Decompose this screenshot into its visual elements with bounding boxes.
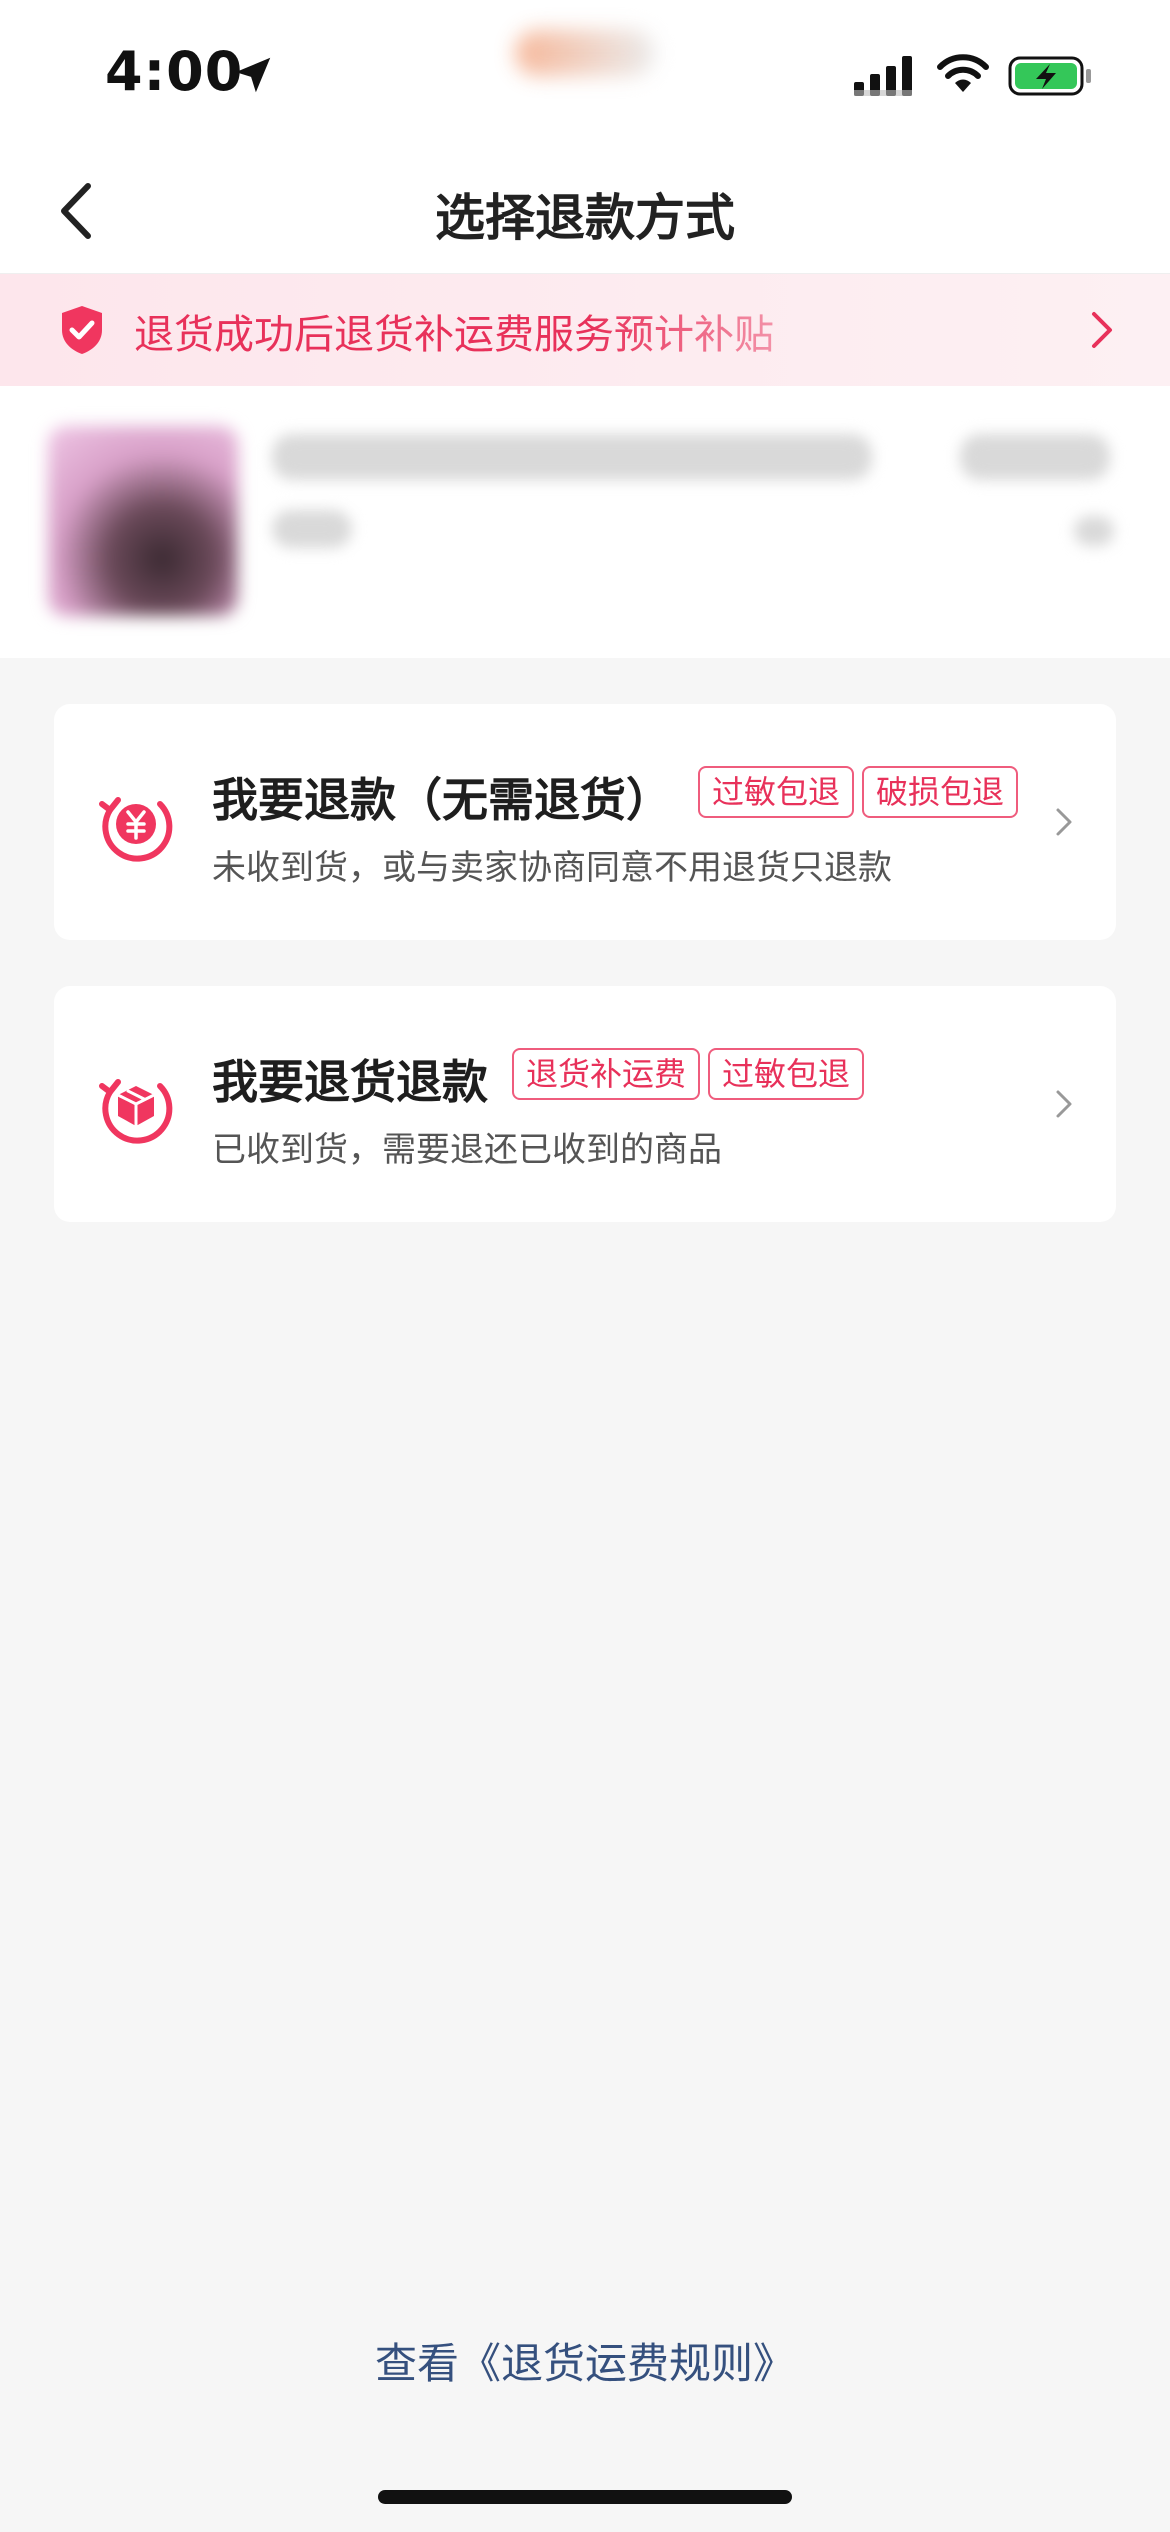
chevron-right-icon [1056,1090,1072,1118]
return-shipping-rules-link[interactable]: 查看《退货运费规则》 [0,2330,1170,2391]
tag-allergy-return: 过敏包退 [698,766,855,818]
chevron-right-icon [1092,312,1112,348]
banner-text: 退货成功后退货补运费服务预计补贴 [134,312,774,358]
option-title: 我要退货退款 [212,1055,488,1109]
option-refund-only[interactable]: 我要退款（无需退货） 过敏包退 破损包退 未收到货，或与卖家协商同意不用退货只退… [54,704,1116,940]
battery-charging-icon [1008,56,1091,96]
shipping-subsidy-banner[interactable]: 退货成功后退货补运费服务预计补贴 [0,274,1170,386]
signal-icon [854,56,912,96]
home-indicator[interactable] [378,2490,792,2504]
status-time: 4:00 [105,40,244,103]
status-bar: 4:00 [0,0,1170,150]
refund-yuan-icon [99,797,173,862]
option-title: 我要退款（无需退货） [212,773,672,827]
tag-damage-return: 破损包退 [862,766,1019,818]
product-thumbnail [48,426,238,616]
product-price-blurred [960,434,1110,480]
refund-method-page: 4:00 选择退款方式 退货成功后退货补运费服务预计补贴 我要退款（无需退货） … [0,0,1170,2532]
option-return-and-refund[interactable]: 我要退货退款 退货补运费 过敏包退 已收到货，需要退还已收到的商品 [54,986,1116,1222]
product-spec-blurred [272,510,352,548]
tag-shipping-subsidy: 退货补运费 [512,1048,701,1100]
product-summary [0,386,1170,658]
option-description: 未收到货，或与卖家协商同意不用退货只退款 [212,848,892,888]
chevron-right-icon [1056,808,1072,836]
return-box-icon [99,1079,173,1144]
product-qty-blurred [1074,516,1114,546]
page-title: 选择退款方式 [435,189,735,247]
wifi-icon [937,54,989,92]
location-arrow-icon [235,57,271,93]
shield-check-icon [62,306,102,354]
dynamic-island-activity [515,30,655,76]
option-description: 已收到货，需要退还已收到的商品 [212,1130,722,1170]
tag-allergy-return: 过敏包退 [708,1048,865,1100]
navigation-bar: 选择退款方式 [0,150,1170,274]
product-title-blurred [272,434,872,480]
